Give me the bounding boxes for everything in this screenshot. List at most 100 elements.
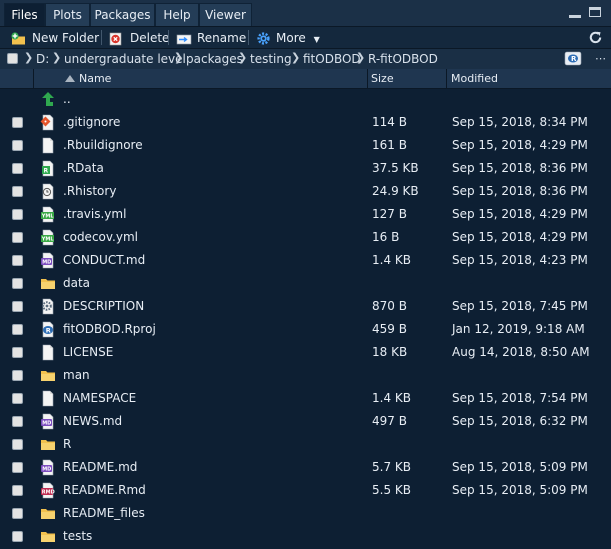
file-size: 870 B — [372, 299, 407, 313]
maximize-pane-icon[interactable] — [589, 7, 601, 17]
file-row-checkbox[interactable] — [12, 232, 23, 243]
file-row-checkbox[interactable] — [12, 347, 23, 358]
file-row[interactable]: data — [0, 272, 611, 295]
refresh-icon[interactable] — [588, 30, 603, 45]
file-name-link[interactable]: tests — [63, 529, 92, 544]
file-modified: Sep 15, 2018, 8:36 PM — [452, 184, 588, 198]
file-name-link[interactable]: NEWS.md — [63, 414, 122, 429]
file-row[interactable]: MD NEWS.md 497 B Sep 15, 2018, 6:32 PM — [0, 410, 611, 433]
file-row-checkbox[interactable] — [12, 163, 23, 174]
file-row-checkbox[interactable] — [12, 278, 23, 289]
new-folder-button[interactable]: New Folder — [11, 29, 99, 47]
file-row-checkbox[interactable] — [12, 393, 23, 404]
file-row[interactable]: RMD README.Rmd 5.5 KB Sep 15, 2018, 5:09 PM — [0, 479, 611, 502]
more-menu-button[interactable]: More ▼ — [256, 29, 320, 47]
minimize-pane-icon[interactable] — [568, 10, 582, 18]
new-folder-icon — [11, 31, 25, 44]
file-row[interactable]: .Rhistory 24.9 KB Sep 15, 2018, 8:36 PM — [0, 180, 611, 203]
breadcrumb-separator: ❯ — [356, 51, 366, 64]
rename-button[interactable]: Rename — [176, 29, 246, 47]
file-name-link[interactable]: fitODBOD.Rproj — [63, 322, 156, 337]
file-name-link[interactable]: R — [63, 437, 71, 452]
file-row-checkbox[interactable] — [12, 485, 23, 496]
file-modified: Sep 15, 2018, 4:29 PM — [452, 207, 588, 221]
breadcrumb-item-testing[interactable]: testing — [250, 52, 292, 66]
file-row[interactable]: README_files — [0, 502, 611, 525]
breadcrumb-item-packages[interactable]: packages — [186, 52, 243, 66]
file-row-checkbox[interactable] — [12, 439, 23, 450]
file-row[interactable]: DESCRIPTION 870 B Sep 15, 2018, 7:45 PM — [0, 295, 611, 318]
tab-help[interactable]: Help — [155, 3, 199, 26]
file-row-checkbox[interactable] — [12, 370, 23, 381]
file-row-checkbox[interactable] — [12, 508, 23, 519]
r-project-icon[interactable]: R — [564, 51, 582, 66]
select-all-checkbox[interactable] — [7, 53, 18, 64]
file-name-link[interactable]: README.Rmd — [63, 483, 146, 498]
file-row[interactable]: R — [0, 433, 611, 456]
tab-plots[interactable]: Plots — [45, 3, 90, 26]
text-file-icon — [40, 390, 56, 407]
file-row[interactable]: man — [0, 364, 611, 387]
file-name-link[interactable]: README_files — [63, 506, 145, 521]
file-name-link[interactable]: codecov.yml — [63, 230, 138, 245]
text-file-icon — [40, 137, 56, 154]
file-name-link[interactable]: .gitignore — [63, 115, 120, 130]
file-row-checkbox[interactable] — [12, 416, 23, 427]
file-row-checkbox[interactable] — [12, 140, 23, 151]
file-row[interactable]: R .RData 37.5 KB Sep 15, 2018, 8:36 PM — [0, 157, 611, 180]
column-divider — [367, 69, 368, 88]
file-row[interactable]: YML .travis.yml 127 B Sep 15, 2018, 4:29 PM — [0, 203, 611, 226]
file-row[interactable]: .gitignore 114 B Sep 15, 2018, 8:34 PM — [0, 111, 611, 134]
file-row-checkbox[interactable] — [12, 209, 23, 220]
file-row-checkbox[interactable] — [12, 117, 23, 128]
file-name-link[interactable]: data — [63, 276, 90, 291]
file-row-checkbox[interactable] — [12, 301, 23, 312]
folder-icon — [40, 436, 56, 453]
file-row-checkbox[interactable] — [12, 462, 23, 473]
file-name-link[interactable]: .travis.yml — [63, 207, 126, 222]
file-row-checkbox[interactable] — [12, 186, 23, 197]
column-header-size[interactable]: Size — [371, 69, 394, 88]
file-row[interactable]: MD README.md 5.7 KB Sep 15, 2018, 5:09 PM — [0, 456, 611, 479]
file-row-checkbox[interactable] — [12, 324, 23, 335]
file-row[interactable]: RfitODBOD.Rproj 459 B Jan 12, 2019, 9:18 A… — [0, 318, 611, 341]
file-name-link[interactable]: LICENSE — [63, 345, 113, 360]
ellipsis-icon[interactable]: ⋯ — [595, 52, 606, 65]
file-modified: Sep 15, 2018, 7:45 PM — [452, 299, 588, 313]
file-row[interactable]: LICENSE 18 KB Aug 14, 2018, 8:50 AM — [0, 341, 611, 364]
file-row[interactable]: NAMESPACE 1.4 KB Sep 15, 2018, 7:54 PM — [0, 387, 611, 410]
file-name-link[interactable]: README.md — [63, 460, 137, 475]
file-modified: Sep 15, 2018, 5:09 PM — [452, 483, 588, 497]
file-name-link[interactable]: NAMESPACE — [63, 391, 136, 406]
sort-ascending-icon[interactable] — [65, 75, 75, 82]
delete-button[interactable]: Delete — [109, 29, 169, 47]
tab-viewer[interactable]: Viewer — [199, 3, 252, 26]
tab-files[interactable]: Files — [4, 3, 45, 26]
breadcrumb-item-undergraduate-level[interactable]: undergraduate level — [64, 52, 186, 66]
file-name-link[interactable]: man — [63, 368, 90, 383]
file-name-link[interactable]: .Rbuildignore — [63, 138, 143, 153]
toolbar-divider — [168, 30, 169, 45]
file-row[interactable]: .. — [0, 88, 611, 111]
file-name-link[interactable]: DESCRIPTION — [63, 299, 144, 314]
column-header-name[interactable]: Name — [79, 69, 111, 88]
file-name-link[interactable]: .Rhistory — [63, 184, 116, 199]
rename-label: Rename — [197, 31, 247, 45]
file-name-link[interactable]: CONDUCT.md — [63, 253, 145, 268]
file-name-link[interactable]: .. — [63, 92, 71, 107]
column-header-modified[interactable]: Modified — [451, 69, 498, 88]
breadcrumb-item-drive[interactable]: D: — [36, 52, 49, 66]
file-name-link[interactable]: .RData — [63, 161, 104, 176]
column-divider — [446, 69, 447, 88]
file-row[interactable]: MD CONDUCT.md 1.4 KB Sep 15, 2018, 4:23 PM — [0, 249, 611, 272]
file-row[interactable]: tests — [0, 525, 611, 548]
breadcrumb-item-fitodbod[interactable]: fitODBOD — [303, 52, 361, 66]
tab-packages[interactable]: Packages — [90, 3, 155, 26]
file-row-checkbox[interactable] — [12, 531, 23, 542]
file-row[interactable]: YML codecov.yml 16 B Sep 15, 2018, 4:29 PM — [0, 226, 611, 249]
delete-icon — [109, 32, 122, 45]
file-row-checkbox[interactable] — [12, 255, 23, 266]
file-row[interactable]: .Rbuildignore 161 B Sep 15, 2018, 4:29 PM — [0, 134, 611, 157]
svg-text:R: R — [44, 168, 49, 175]
breadcrumb-item-r-fitodbod[interactable]: R-fitODBOD — [368, 52, 438, 66]
